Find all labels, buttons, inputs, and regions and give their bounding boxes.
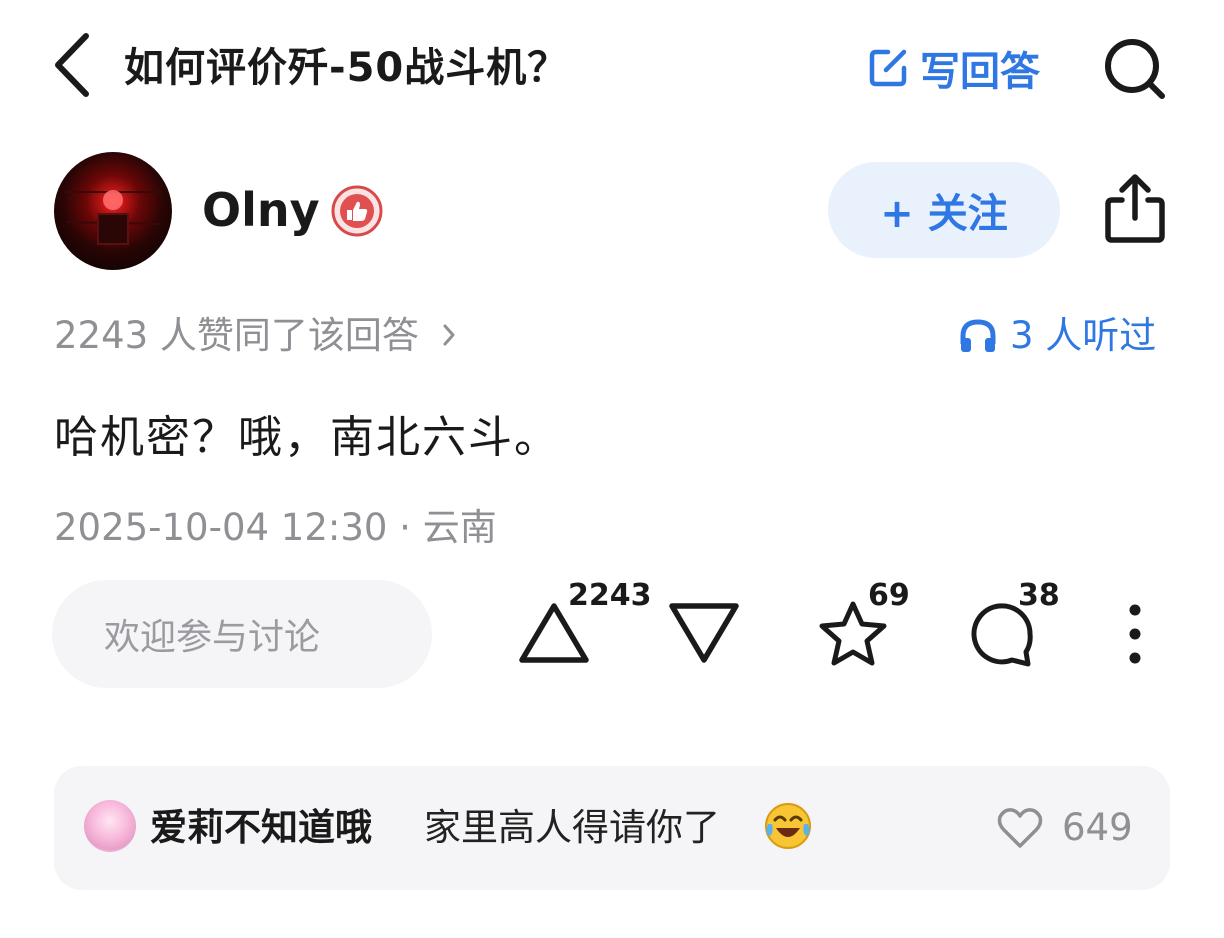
comment-input[interactable]: 欢迎参与讨论 xyxy=(52,580,432,688)
upvote-summary-text: 2243 人赞同了该回答 xyxy=(54,314,419,357)
answer-content: 哈机密？哦，南北六斗。 xyxy=(54,412,560,463)
back-arrow-icon xyxy=(55,33,89,97)
laughing-crying-emoji-icon xyxy=(765,803,811,849)
comment-count: 38 xyxy=(1018,578,1060,613)
laughing-crying-emoji xyxy=(762,800,814,852)
thumbs-up-badge xyxy=(330,184,384,238)
comment-text: 家里高人得请你了 xyxy=(424,806,720,849)
chevron-right-icon xyxy=(443,324,455,346)
commenter-name[interactable]: 爱莉不知道哦 xyxy=(150,800,372,856)
share-icon xyxy=(1105,174,1165,243)
more-vertical-icon xyxy=(1129,604,1141,664)
follow-label: + 关注 xyxy=(880,191,1008,237)
listen-count[interactable]: 3 人听过 xyxy=(958,310,1156,362)
answer-meta: 2025-10-04 12:30 · 云南 xyxy=(54,506,497,549)
thumbs-up-badge-icon xyxy=(331,185,383,237)
listen-count-text: 3 人听过 xyxy=(1010,314,1157,357)
favorite-count: 69 xyxy=(868,578,910,613)
author-name[interactable]: Olny xyxy=(202,180,320,240)
search-button[interactable] xyxy=(1100,36,1170,102)
author-avatar[interactable] xyxy=(54,152,172,270)
edit-icon xyxy=(869,49,907,87)
follow-button[interactable]: + 关注 xyxy=(828,162,1060,258)
more-button[interactable] xyxy=(1120,602,1150,666)
upvote-summary-link[interactable]: 2243 人赞同了该回答 xyxy=(54,310,459,362)
upvote-count: 2243 xyxy=(568,578,652,613)
search-icon xyxy=(1105,39,1165,99)
heart-icon xyxy=(997,808,1043,848)
share-button[interactable] xyxy=(1100,170,1170,246)
commenter-avatar[interactable] xyxy=(84,800,136,852)
write-answer-label: 写回答 xyxy=(920,49,1040,95)
downvote-triangle-icon xyxy=(669,603,739,663)
back-button[interactable] xyxy=(48,30,98,100)
write-answer-button[interactable]: 写回答 xyxy=(866,40,1040,96)
avatar-image xyxy=(64,190,162,245)
question-title[interactable]: 如何评价歼-50战斗机？ xyxy=(124,38,568,98)
downvote-button[interactable] xyxy=(666,598,742,668)
headphones-icon xyxy=(960,319,996,352)
comment-like-count: 649 xyxy=(1062,806,1133,849)
comment-like-button[interactable]: 649 xyxy=(996,800,1133,856)
